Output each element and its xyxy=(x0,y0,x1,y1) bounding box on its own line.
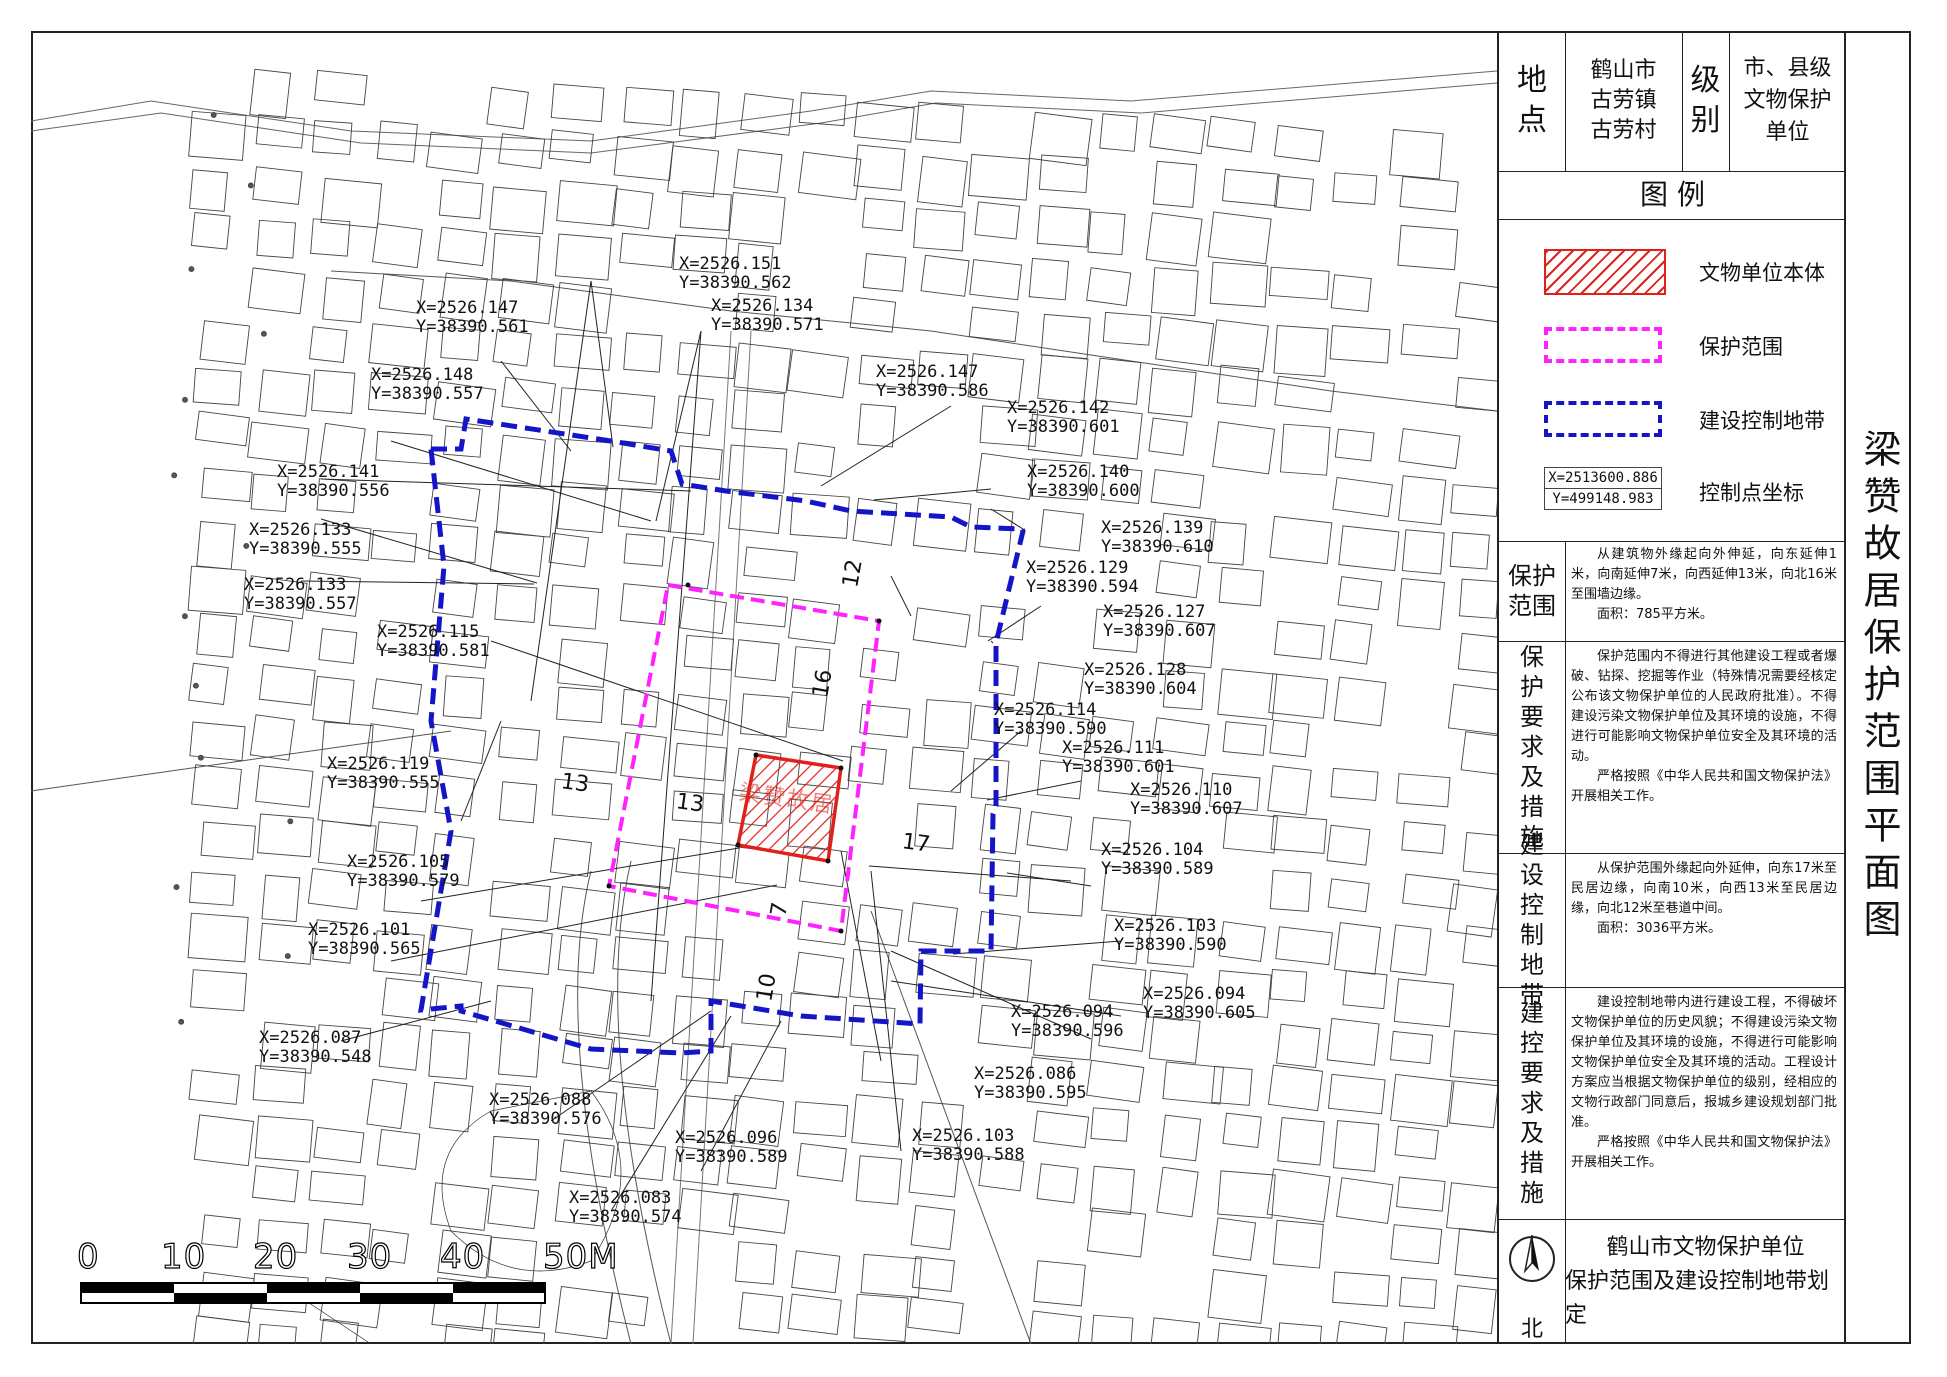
control-point-label: X=2526.087 Y=38390.548 xyxy=(259,1028,372,1067)
scale-label-50m: 50M xyxy=(542,1236,619,1277)
control-point-label: X=2526.103 Y=38390.590 xyxy=(1114,916,1227,955)
location-label: 地点 xyxy=(1517,63,1547,138)
scale-label-30: 30 xyxy=(346,1236,393,1277)
legend-coord-sample: X=2513600.886 Y=499148.983 xyxy=(1544,467,1662,510)
control-point-label: X=2526.140 Y=38390.600 xyxy=(1027,462,1140,501)
control-point-label: X=2526.147 Y=38390.586 xyxy=(876,362,989,401)
control-point-label: X=2526.094 Y=38390.596 xyxy=(1011,1002,1124,1041)
control-point-label: X=2526.133 Y=38390.557 xyxy=(244,575,357,614)
control-point-label: X=2526.088 Y=38390.576 xyxy=(489,1090,602,1129)
legend-control-swatch xyxy=(1544,401,1662,437)
control-point-label: X=2526.147 Y=38390.561 xyxy=(416,298,529,337)
distance-west-control: 13 xyxy=(559,769,591,798)
control-point-label: X=2526.134 Y=38390.571 xyxy=(711,296,824,335)
construction-control-zone xyxy=(417,416,1026,1056)
section-label-control-zone: 建设控制地带 xyxy=(1520,831,1544,1009)
protection-zone xyxy=(606,582,882,934)
legend-site-label: 文物单位本体 xyxy=(1699,261,1825,285)
control-point-label: X=2526.096 Y=38390.589 xyxy=(675,1128,788,1167)
control-point-label: X=2526.110 Y=38390.607 xyxy=(1130,780,1243,819)
control-point-label: X=2526.105 Y=38390.579 xyxy=(347,852,460,891)
info-panel: 地点 鹤山市古劳镇古劳村 级别 市、县级文物保护单位 图 例 文物单位本体 保护… xyxy=(1497,31,1846,1344)
scale-bar xyxy=(80,1282,546,1304)
control-point-label: X=2526.142 Y=38390.601 xyxy=(1007,398,1120,437)
north-label: 北 xyxy=(1520,1317,1543,1342)
section-label-protection-measures: 保护要求及措施 xyxy=(1520,643,1544,851)
section-label-control-measures: 建控要求及措施 xyxy=(1520,999,1544,1207)
legend-site-swatch xyxy=(1544,249,1666,295)
section-text-protection-measures: 保护范围内不得进行其他建设工程或者爆破、钻探、挖掘等作业（特殊情况需要经核定公布… xyxy=(1571,649,1837,804)
distance-west-protection: 13 xyxy=(674,789,706,818)
distance-north-protection: 16 xyxy=(808,667,838,700)
control-point-label: X=2526.083 Y=38390.574 xyxy=(569,1188,682,1227)
scale-label-20: 20 xyxy=(252,1236,299,1277)
scale-label-10: 10 xyxy=(160,1236,207,1277)
location-value: 鹤山市古劳镇古劳村 xyxy=(1590,58,1657,143)
legend-coord-label: 控制点坐标 xyxy=(1699,481,1804,505)
control-point-label: X=2526.119 Y=38390.555 xyxy=(327,754,440,793)
north-arrow-icon xyxy=(1509,1234,1555,1282)
control-point-label: X=2526.139 Y=38390.610 xyxy=(1101,518,1214,557)
legend-control-label: 建设控制地带 xyxy=(1699,409,1825,433)
north-arrow: 北 xyxy=(1499,1219,1565,1344)
control-point-label: X=2526.151 Y=38390.562 xyxy=(679,254,792,293)
section-text-protection: 从建筑物外缘起向外伸延，向东延伸1米，向南延伸7米，向西延伸13米，向北16米至… xyxy=(1571,547,1837,622)
drawing-title: 梁赞故居保护范围平面图 xyxy=(1857,429,1901,946)
control-point-label: X=2526.104 Y=38390.589 xyxy=(1101,840,1214,879)
legend-protection-label: 保护范围 xyxy=(1699,335,1783,359)
control-point-label: X=2526.094 Y=38390.605 xyxy=(1143,984,1256,1023)
control-point-label: X=2526.127 Y=38390.607 xyxy=(1103,602,1216,641)
control-point-label: X=2526.114 Y=38390.590 xyxy=(994,700,1107,739)
site-map: 梁赞故居 12 16 13 13 17 7 10 0 10 20 30 40 5… xyxy=(31,31,1497,1344)
control-point-label: X=2526.148 Y=38390.557 xyxy=(371,365,484,404)
section-text-control-zone: 从保护范围外缘起向外延伸，向东17米至民居边缘，向南10米，向西13米至民居边缘… xyxy=(1571,861,1837,936)
distance-north: 12 xyxy=(838,557,868,590)
control-point-label: X=2526.115 Y=38390.581 xyxy=(377,622,490,661)
control-point-label: X=2526.111 Y=38390.601 xyxy=(1062,738,1175,777)
scale-label-0: 0 xyxy=(76,1236,100,1277)
control-point-label: X=2526.086 Y=38390.595 xyxy=(974,1064,1087,1103)
legend-title: 图 例 xyxy=(1640,178,1705,211)
control-point-label: X=2526.128 Y=38390.604 xyxy=(1084,660,1197,699)
organization-block: 鹤山市文物保护单位 保护范围及建设控制地带划定 xyxy=(1565,1219,1846,1344)
distance-east: 17 xyxy=(900,829,932,858)
legend: 文物单位本体 保护范围 建设控制地带 X=2513600.886 Y=49914… xyxy=(1499,219,1846,519)
scale-label-40: 40 xyxy=(439,1236,486,1277)
distance-south-control: 10 xyxy=(752,971,782,1004)
legend-protection-swatch xyxy=(1544,327,1662,363)
control-point-label: X=2526.133 Y=38390.555 xyxy=(249,520,362,559)
control-point-label: X=2526.129 Y=38390.594 xyxy=(1026,558,1139,597)
org-line-1: 鹤山市文物保护单位 xyxy=(1606,1234,1805,1260)
org-line-2: 保护范围及建设控制地带划定 xyxy=(1565,1268,1830,1328)
drawing-title-column: 梁赞故居保护范围平面图 xyxy=(1844,31,1913,1344)
section-label-protection: 保护范围 xyxy=(1508,562,1556,620)
grade-label: 级别 xyxy=(1690,63,1721,138)
control-point-label: X=2526.103 Y=38390.588 xyxy=(912,1126,1025,1165)
control-point-label: X=2526.101 Y=38390.565 xyxy=(308,920,421,959)
section-text-control-measures: 建设控制地带内进行建设工程，不得破坏文物保护单位的历史风貌；不得建设污染文物保护… xyxy=(1571,995,1837,1170)
control-point-label: X=2526.141 Y=38390.556 xyxy=(277,462,390,501)
grade-value: 市、县级文物保护单位 xyxy=(1743,56,1832,145)
